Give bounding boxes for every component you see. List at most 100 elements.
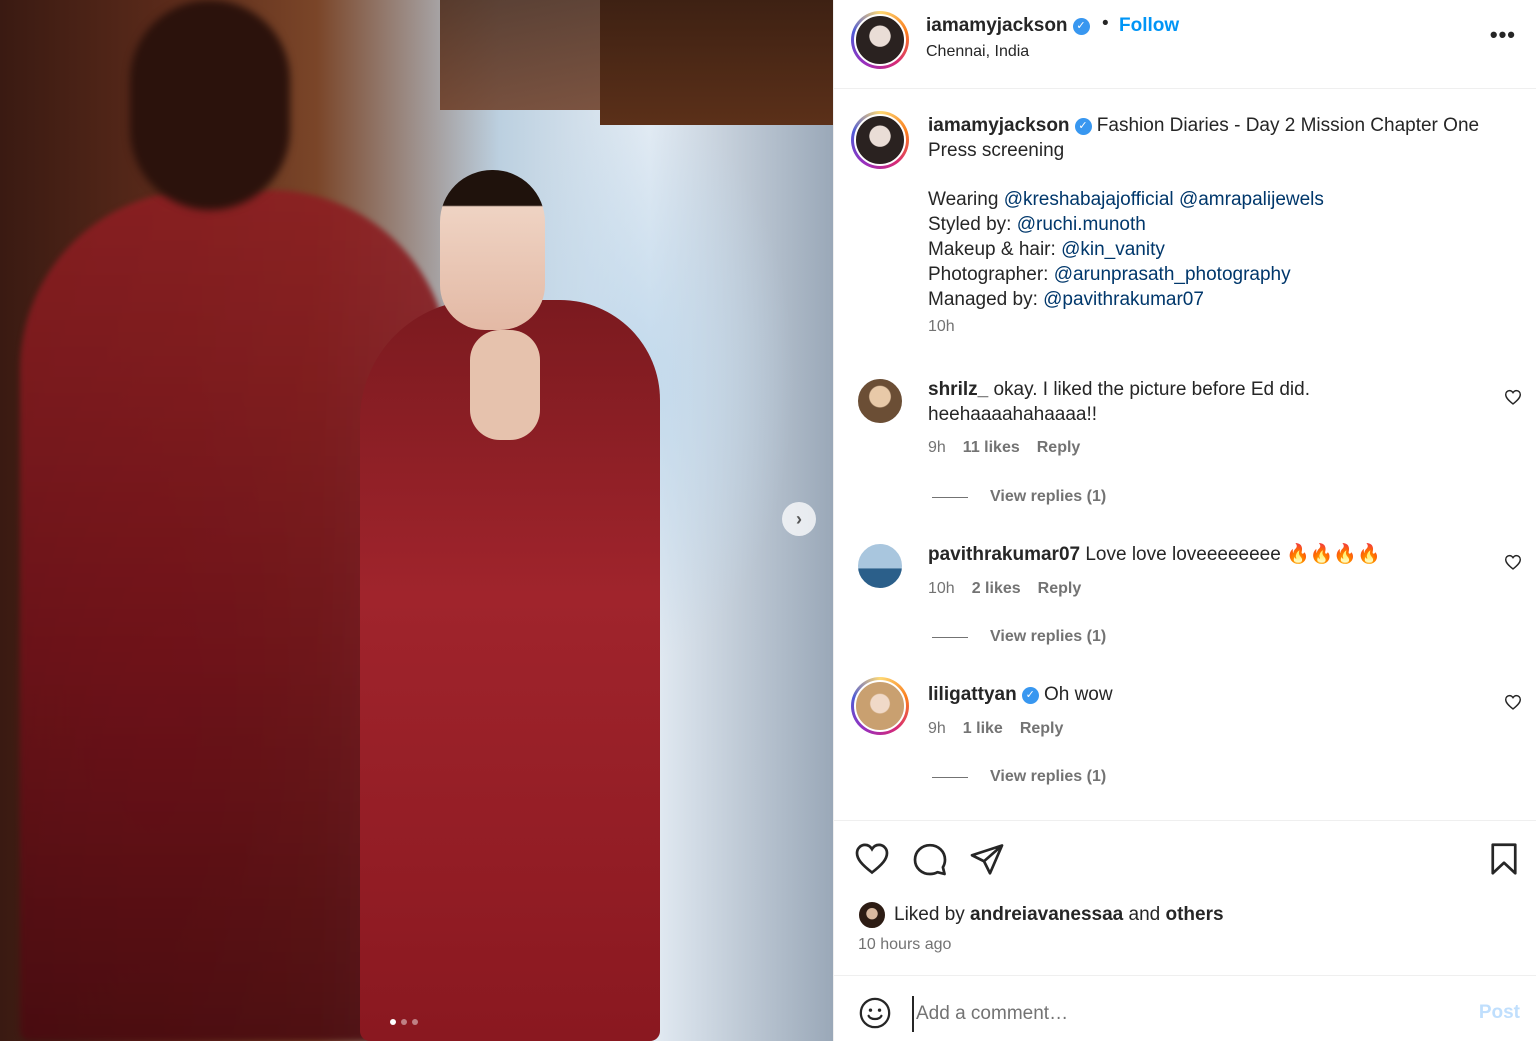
comment-username[interactable]: pavithrakumar07: [928, 544, 1080, 565]
comment-username[interactable]: liligattyan: [928, 684, 1017, 705]
comment-meta: 9h 11 likes Reply: [928, 439, 1080, 457]
follow-button[interactable]: Follow: [1119, 15, 1179, 37]
heart-icon[interactable]: [854, 841, 890, 877]
view-replies-button[interactable]: View replies (1): [932, 628, 1106, 646]
author-username-text: iamamyjackson: [926, 15, 1068, 36]
caption-timestamp[interactable]: 10h: [928, 318, 955, 336]
verified-badge-icon: ✓: [1072, 18, 1090, 35]
carousel-next-button[interactable]: ›: [782, 502, 816, 536]
commenter-avatar[interactable]: [856, 542, 904, 590]
post-photo[interactable]: ›: [0, 0, 833, 1041]
post-comment-button[interactable]: Post: [1479, 1002, 1520, 1024]
mention-link[interactable]: @ruchi.munoth: [1017, 214, 1146, 235]
mention-link[interactable]: @kreshabajajofficial: [1004, 189, 1174, 210]
comment-likes[interactable]: 2 likes: [972, 580, 1021, 598]
author-avatar[interactable]: [851, 11, 909, 69]
mention-link[interactable]: @arunprasath_photography: [1054, 264, 1291, 285]
view-replies-label: View replies (1): [990, 628, 1107, 645]
comment-input[interactable]: [912, 996, 1438, 1032]
comment-time[interactable]: 9h: [928, 439, 946, 457]
more-options-icon[interactable]: •••: [1490, 22, 1516, 48]
verified-badge-icon: ✓: [1074, 118, 1092, 135]
paper-plane-icon[interactable]: [969, 841, 1005, 877]
author-username[interactable]: iamamyjackson ✓: [926, 15, 1090, 37]
comment-reply-button[interactable]: Reply: [1020, 720, 1064, 738]
view-replies-button[interactable]: View replies (1): [932, 768, 1106, 786]
comment-like-heart-icon[interactable]: [1504, 554, 1522, 570]
caption-styled-label: Styled by:: [928, 214, 1017, 235]
post-location[interactable]: Chennai, India: [926, 43, 1029, 61]
caption-managed-line: Managed by: @pavithrakumar07: [928, 287, 1488, 312]
comment-text: pavithrakumar07 Love love loveeeeeeee 🔥🔥…: [928, 542, 1468, 567]
caption-makeup-label: Makeup & hair:: [928, 239, 1062, 260]
comment-bubble-icon[interactable]: [912, 841, 948, 877]
liked-by-and: and: [1123, 904, 1166, 925]
add-comment-bar: Post: [834, 975, 1536, 1042]
avatar-image: [854, 680, 906, 732]
avatar-image: [858, 901, 886, 929]
caption-username[interactable]: iamamyjackson: [928, 115, 1070, 136]
post-side-panel: iamamyjackson ✓ • Follow Chennai, India •…: [833, 0, 1536, 1041]
mention-link[interactable]: @pavithrakumar07: [1043, 289, 1204, 310]
comment-like-heart-icon[interactable]: [1504, 389, 1522, 405]
bookmark-icon[interactable]: [1486, 841, 1522, 877]
comment-body: Oh wow: [1038, 684, 1113, 705]
carousel-dot: [412, 1019, 418, 1025]
caption-makeup-line: Makeup & hair: @kin_vanity: [928, 237, 1488, 262]
carousel-dots: [390, 1019, 418, 1025]
comment-meta: 10h 2 likes Reply: [928, 580, 1081, 598]
carousel-dot-active: [390, 1019, 396, 1025]
liked-by-others-link[interactable]: others: [1165, 904, 1223, 925]
commenter-avatar[interactable]: [851, 677, 909, 735]
view-replies-label: View replies (1): [990, 488, 1107, 505]
view-replies-label: View replies (1): [990, 768, 1107, 785]
comment-text: liligattyan ✓ Oh wow: [928, 682, 1468, 707]
caption-managed-label: Managed by:: [928, 289, 1044, 310]
caption-author-avatar[interactable]: [851, 111, 909, 169]
liked-by-text: Liked by andreiavanessaa and others: [894, 904, 1224, 926]
comment-time[interactable]: 10h: [928, 580, 955, 598]
replies-divider: [932, 636, 968, 638]
avatar-image: [854, 114, 906, 166]
comment-likes[interactable]: 1 like: [963, 720, 1003, 738]
comment-reply-button[interactable]: Reply: [1037, 439, 1081, 457]
view-replies-button[interactable]: View replies (1): [932, 488, 1106, 506]
caption-wearing-line: Wearing @kreshabajajofficial @amrapalije…: [928, 187, 1488, 212]
post-time-ago[interactable]: 10 hours ago: [858, 936, 951, 954]
comment-text: shrilz_ okay. I liked the picture before…: [928, 377, 1468, 427]
post-header: iamamyjackson ✓ • Follow Chennai, India •…: [834, 0, 1536, 89]
photo-reflection-head: [130, 0, 290, 210]
avatar-image: [856, 377, 904, 425]
header-separator: •: [1102, 13, 1109, 34]
comment-body: Love love loveeeeeeee 🔥🔥🔥🔥: [1080, 544, 1381, 565]
commenter-avatar[interactable]: [856, 377, 904, 425]
mention-link[interactable]: @amrapalijewels: [1179, 189, 1324, 210]
caption-styled-line: Styled by: @ruchi.munoth: [928, 212, 1488, 237]
caption-wearing-label: Wearing: [928, 189, 1004, 210]
avatar-image: [856, 542, 904, 590]
replies-divider: [932, 776, 968, 778]
comment-likes[interactable]: 11 likes: [963, 439, 1020, 457]
photo-neckline: [470, 330, 540, 440]
caption-text: iamamyjackson ✓ Fashion Diaries - Day 2 M…: [928, 113, 1488, 312]
liked-by-prefix: Liked by: [894, 904, 971, 925]
comment-meta: 9h 1 like Reply: [928, 720, 1063, 738]
mention-link[interactable]: @kin_vanity: [1061, 239, 1165, 260]
comment-username[interactable]: shrilz_: [928, 379, 988, 400]
liked-by-summary: Liked by andreiavanessaa and others: [858, 901, 1224, 929]
replies-divider: [932, 496, 968, 498]
liker-avatar[interactable]: [858, 901, 886, 929]
caption-photographer-line: Photographer: @arunprasath_photography: [928, 262, 1488, 287]
chevron-right-icon: ›: [796, 508, 802, 529]
photo-ceiling: [600, 0, 833, 125]
liker-username[interactable]: andreiavanessaa: [970, 904, 1123, 925]
avatar-image: [854, 14, 906, 66]
comment-like-heart-icon[interactable]: [1504, 694, 1522, 710]
photo-model-head: [440, 170, 545, 330]
instagram-post-view: › iamamyjackson ✓ • Follow Chennai, India…: [0, 0, 1536, 1041]
carousel-dot: [401, 1019, 407, 1025]
caption-photographer-label: Photographer:: [928, 264, 1054, 285]
comment-time[interactable]: 9h: [928, 720, 946, 738]
comment-reply-button[interactable]: Reply: [1038, 580, 1082, 598]
smiley-icon[interactable]: [858, 996, 892, 1030]
